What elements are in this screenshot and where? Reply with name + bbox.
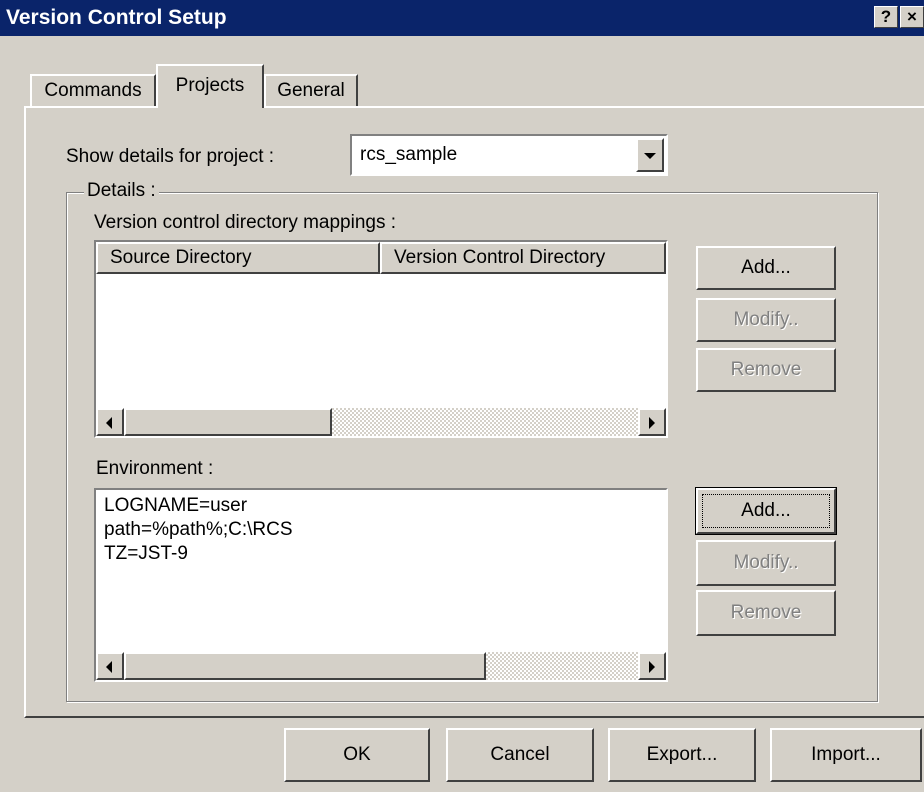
- mapping-modify-button[interactable]: Modify..: [696, 298, 836, 342]
- mapping-add-button[interactable]: Add...: [696, 246, 836, 290]
- tab-commands[interactable]: Commands: [30, 74, 156, 108]
- chevron-down-icon: [644, 153, 656, 159]
- project-selected-value: rcs_sample: [360, 144, 458, 165]
- environment-line[interactable]: LOGNAME=user: [104, 494, 293, 518]
- dropdown-button[interactable]: [636, 138, 664, 172]
- export-button[interactable]: Export...: [608, 728, 756, 782]
- mapping-remove-button[interactable]: Remove: [696, 348, 836, 392]
- column-header-version-control-label: Version Control Directory: [394, 247, 606, 268]
- project-label: Show details for project :: [66, 146, 275, 167]
- environment-list[interactable]: LOGNAME=user path=%path%;C:\RCS TZ=JST-9: [94, 488, 668, 682]
- active-tab-join: [158, 104, 262, 108]
- ok-button[interactable]: OK: [284, 728, 430, 782]
- arrow-left-icon: [106, 661, 112, 673]
- environment-line[interactable]: path=%path%;C:\RCS: [104, 518, 293, 542]
- environment-remove-button[interactable]: Remove: [696, 590, 836, 636]
- focus-rect: [702, 494, 830, 528]
- environment-horizontal-scrollbar[interactable]: [96, 652, 666, 680]
- tab-general[interactable]: General: [264, 74, 358, 108]
- mappings-horizontal-scrollbar[interactable]: [96, 408, 666, 436]
- tab-general-label: General: [277, 80, 345, 101]
- import-button[interactable]: Import...: [770, 728, 922, 782]
- column-header-source-label: Source Directory: [110, 247, 252, 268]
- window-title: Version Control Setup: [6, 6, 227, 29]
- mappings-list[interactable]: Source Directory Version Control Directo…: [94, 240, 668, 438]
- environment-label: Environment :: [96, 458, 214, 479]
- arrow-right-icon: [649, 417, 655, 429]
- scroll-thumb[interactable]: [124, 652, 486, 680]
- title-bar[interactable]: Version Control Setup ? ×: [0, 0, 924, 36]
- arrow-right-icon: [649, 661, 655, 673]
- tab-projects[interactable]: Projects: [156, 64, 264, 108]
- scroll-right-button[interactable]: [638, 408, 666, 436]
- environment-line[interactable]: TZ=JST-9: [104, 542, 293, 566]
- column-header-source[interactable]: Source Directory: [96, 242, 380, 274]
- scroll-left-button[interactable]: [96, 652, 124, 680]
- arrow-left-icon: [106, 417, 112, 429]
- tab-projects-label: Projects: [175, 75, 245, 96]
- environment-add-button[interactable]: Add...: [695, 487, 837, 535]
- help-icon[interactable]: ?: [874, 6, 898, 28]
- environment-modify-button[interactable]: Modify..: [696, 540, 836, 586]
- scroll-thumb[interactable]: [124, 408, 332, 436]
- tab-commands-label: Commands: [44, 80, 142, 101]
- mappings-label: Version control directory mappings :: [94, 212, 397, 233]
- environment-lines: LOGNAME=user path=%path%;C:\RCS TZ=JST-9: [104, 494, 293, 566]
- cancel-button[interactable]: Cancel: [446, 728, 594, 782]
- project-dropdown[interactable]: rcs_sample: [350, 134, 668, 176]
- close-icon[interactable]: ×: [900, 6, 924, 28]
- scroll-right-button[interactable]: [638, 652, 666, 680]
- scroll-left-button[interactable]: [96, 408, 124, 436]
- version-control-setup-dialog: Version Control Setup ? × Commands Proje…: [0, 0, 924, 792]
- column-header-version-control[interactable]: Version Control Directory: [380, 242, 666, 274]
- details-group-label: Details :: [84, 180, 159, 202]
